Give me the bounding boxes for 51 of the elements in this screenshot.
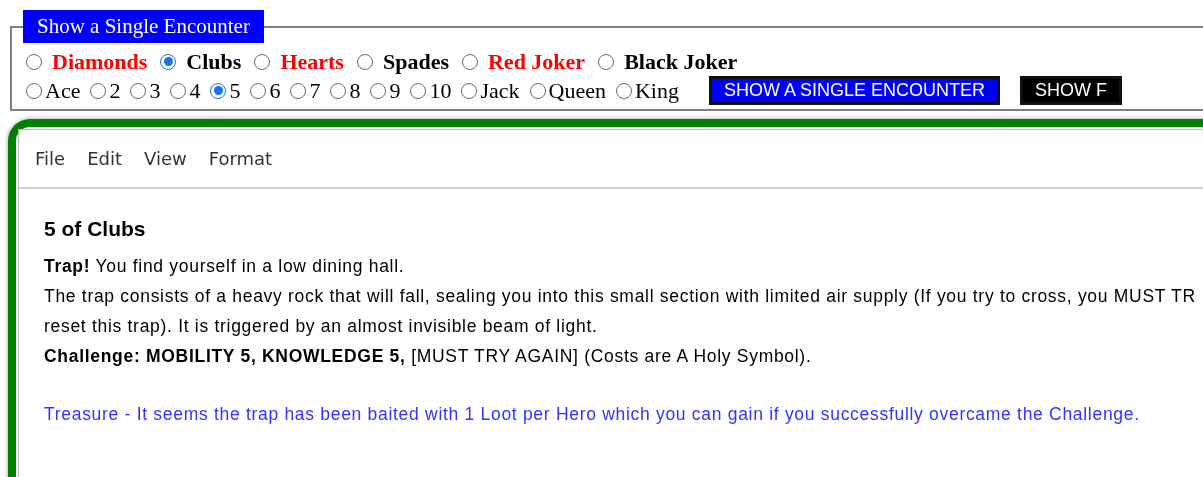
rank-label: 6 bbox=[269, 77, 281, 104]
rank-label: 2 bbox=[109, 77, 121, 104]
radio-button[interactable] bbox=[26, 53, 42, 70]
menu-item[interactable]: Edit bbox=[87, 148, 122, 169]
fieldset-legend: Show a Single Encounter bbox=[23, 10, 264, 43]
radio-button[interactable] bbox=[461, 82, 478, 99]
encounter-text: Treasure - It seems the trap has been baited with 1 Loot per Hero which you can gain if you successfully overcame the Challenge. bbox=[44, 403, 1141, 426]
radio-button[interactable] bbox=[90, 82, 107, 99]
radio-button[interactable] bbox=[250, 82, 267, 99]
rank-label: Jack bbox=[480, 77, 520, 104]
encounter-text: reset this trap). It is triggered by an almost invisible beam of light. bbox=[44, 315, 599, 338]
radio-button[interactable] bbox=[26, 82, 42, 99]
radio-button[interactable] bbox=[170, 82, 187, 99]
rank-label: 10 bbox=[429, 77, 452, 104]
rank-label: Ace bbox=[45, 77, 81, 104]
show-button[interactable]: SHOW A SINGLE ENCOUNTER bbox=[708, 76, 1000, 105]
radio-button[interactable] bbox=[370, 82, 387, 99]
suit-label: Clubs bbox=[186, 48, 242, 75]
rank-label: Queen bbox=[548, 77, 606, 104]
radio-button[interactable] bbox=[290, 82, 307, 99]
suit-label: Spades bbox=[382, 48, 449, 75]
rank-label: 5 bbox=[229, 77, 241, 104]
menu-item[interactable]: Format bbox=[208, 148, 273, 169]
radio-button[interactable] bbox=[130, 82, 147, 99]
radio-button[interactable] bbox=[254, 53, 271, 70]
suit-label: Diamonds bbox=[52, 48, 148, 75]
radio-button[interactable] bbox=[210, 82, 227, 99]
radio-button[interactable] bbox=[160, 53, 177, 70]
rank-label: 3 bbox=[149, 77, 161, 104]
show-button[interactable]: SHOW F bbox=[1020, 76, 1122, 105]
radio-button[interactable] bbox=[330, 82, 347, 99]
radio-button[interactable] bbox=[529, 82, 546, 99]
suit-label: Red Joker bbox=[488, 48, 586, 75]
rank-label: 4 bbox=[189, 77, 201, 104]
encounter-title: 5 of Clubs bbox=[44, 217, 147, 241]
rank-label: 8 bbox=[349, 77, 361, 104]
encounter-text: Trap! You find yourself in a low dining hall. bbox=[44, 255, 406, 278]
radio-button[interactable] bbox=[410, 82, 427, 99]
menu-item[interactable]: View bbox=[144, 148, 187, 169]
rank-label: King bbox=[634, 77, 679, 104]
radio-button[interactable] bbox=[356, 53, 373, 70]
rank-label: 9 bbox=[389, 77, 401, 104]
suit-label: Black Joker bbox=[624, 48, 738, 75]
encounter-text: Challenge: MOBILITY 5, KNOWLEDGE 5, [MUST TRY AGAIN] (Costs are A Holy Symbol). bbox=[44, 345, 813, 368]
radio-button[interactable] bbox=[598, 53, 615, 70]
suit-label: Hearts bbox=[280, 48, 344, 75]
rank-label: 7 bbox=[309, 77, 321, 104]
radio-button[interactable] bbox=[615, 82, 632, 99]
menu-item[interactable]: File bbox=[35, 148, 66, 169]
encounter-text: The trap consists of a heavy rock that will fall, sealing you into this small section with limited air supply (If you try to cross, you MUST TR bbox=[44, 285, 1197, 308]
radio-button[interactable] bbox=[462, 53, 478, 70]
